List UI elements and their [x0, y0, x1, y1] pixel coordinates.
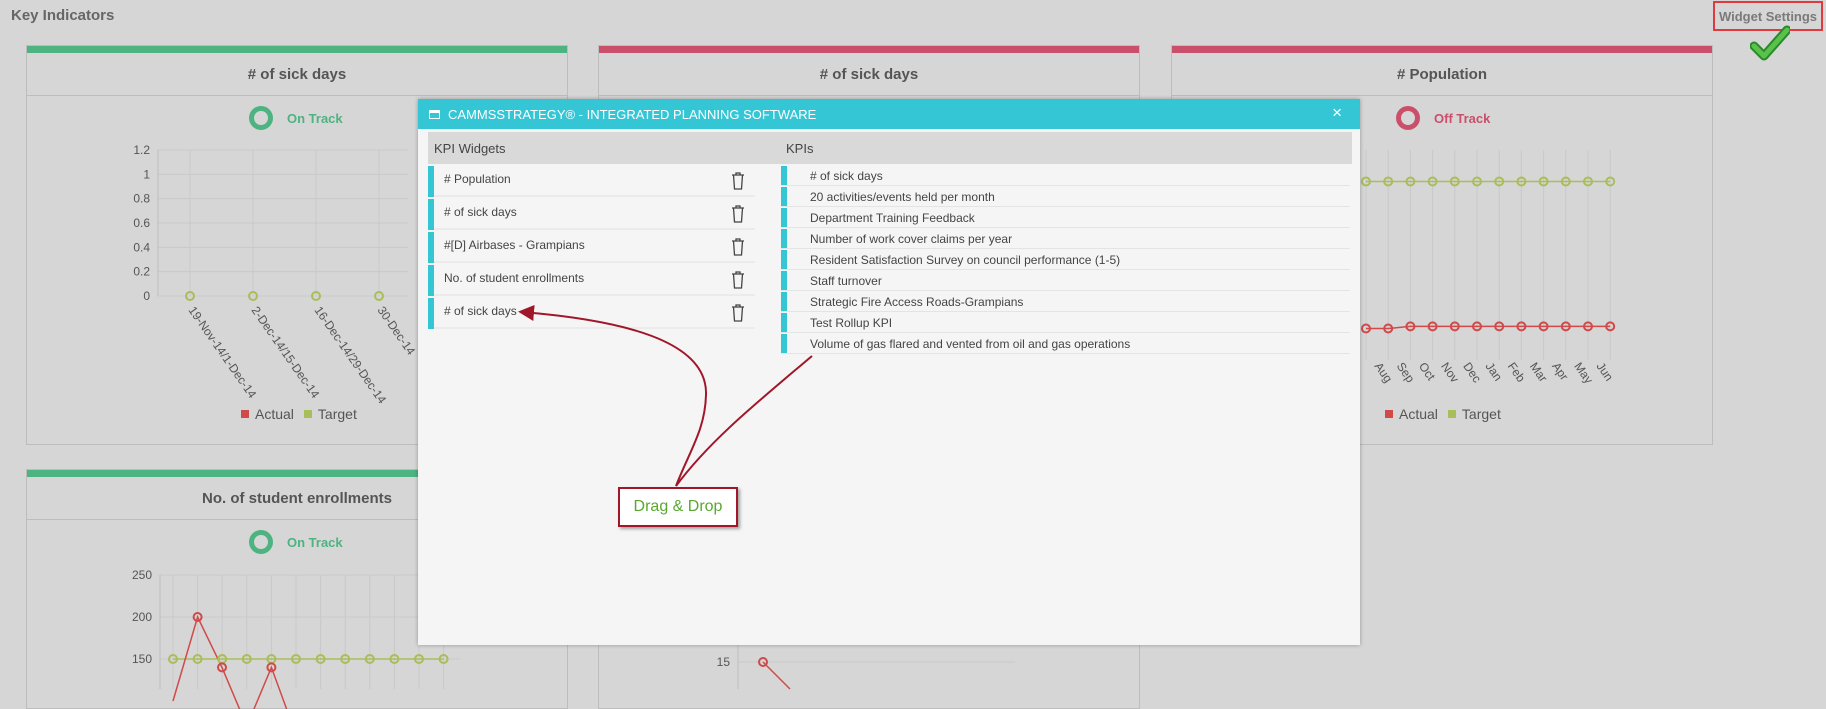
drag-drop-arrow — [518, 305, 813, 487]
drag-drop-annotation: Drag & Drop — [618, 487, 738, 527]
